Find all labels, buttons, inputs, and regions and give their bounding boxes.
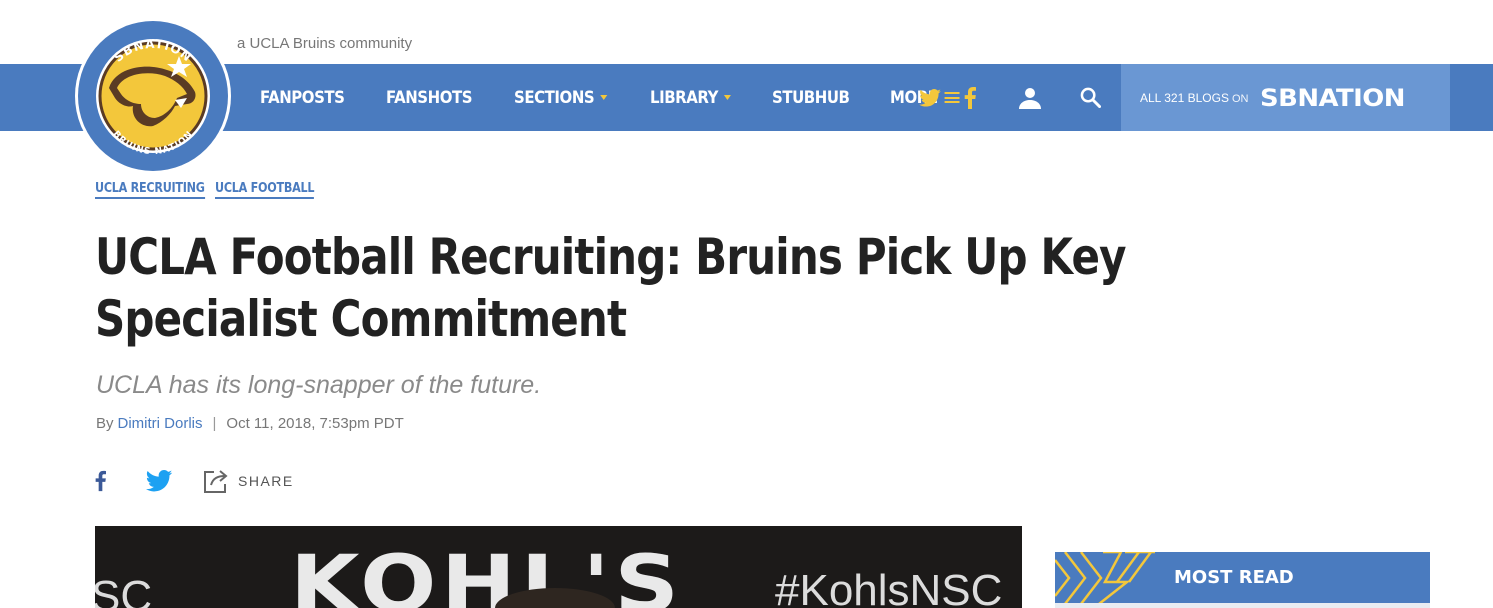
search-icon[interactable] <box>1077 78 1103 118</box>
nav-fanshots-label: FANSHOTS <box>386 87 473 108</box>
article-headline: UCLA Football Recruiting: Bruins Pick Up… <box>95 228 1127 348</box>
nav-icons <box>917 64 1103 131</box>
author-link[interactable]: Dimitri Dorlis <box>118 415 203 432</box>
article-dek: UCLA has its long-snapper of the future. <box>96 371 542 399</box>
category-ucla-recruiting[interactable]: UCLA RECRUITING <box>95 181 205 199</box>
most-read-header: MOST READ <box>1055 552 1430 604</box>
most-read-divider <box>1055 603 1430 608</box>
share-row: SHARE <box>95 468 294 494</box>
nav-sections[interactable]: SECTIONS <box>513 87 608 108</box>
nav-stubhub[interactable]: STUBHUB <box>772 88 850 108</box>
hero-hashtag: #KohlsNSC <box>775 566 1003 608</box>
nav-sections-label: SECTIONS <box>513 87 595 108</box>
article-byline: By Dimitri Dorlis | Oct 11, 2018, 7:53pm… <box>96 415 404 432</box>
hero-image: SC KOHL'S #KohlsNSC <box>95 526 1022 608</box>
share-icon <box>204 470 228 493</box>
nav-library-label: LIBRARY <box>650 87 719 108</box>
sbnation-logo: SBNATION <box>1260 83 1406 112</box>
chevron-down-icon <box>724 95 732 100</box>
hero-sign-text: KOHL'S <box>290 540 684 608</box>
share-button[interactable]: SHARE <box>202 468 294 494</box>
share-label: SHARE <box>238 473 294 489</box>
sbnation-all-blogs-button[interactable]: ALL 321 BLOGS ON SBNATION <box>1121 64 1450 131</box>
all-blogs-count: ALL 321 BLOGS <box>1140 90 1229 105</box>
article-timestamp: Oct 11, 2018, 7:53pm PDT <box>226 415 404 432</box>
most-read-graphic <box>1055 552 1155 604</box>
bruins-nation-logo[interactable]: SBNATION BRUINS NATION <box>75 18 231 174</box>
nav-fanposts[interactable]: FANPOSTS <box>260 88 345 108</box>
nav-links: FANPOSTS FANSHOTS SECTIONS LIBRARY STUBH… <box>260 64 1000 131</box>
twitter-icon[interactable] <box>917 78 943 118</box>
nav-fanposts-label: FANPOSTS <box>260 87 345 108</box>
user-icon[interactable] <box>1017 78 1043 118</box>
nav-library[interactable]: LIBRARY <box>650 87 732 108</box>
byline-by: By <box>96 415 114 432</box>
hero-left-text: SC <box>95 572 153 608</box>
all-blogs-label: ALL 321 BLOGS ON <box>1140 91 1248 105</box>
breadcrumb: UCLA RECRUITING UCLA FOOTBALL <box>95 181 336 199</box>
nav-stubhub-label: STUBHUB <box>772 87 850 108</box>
category-ucla-football[interactable]: UCLA FOOTBALL <box>214 181 314 199</box>
byline-separator: | <box>212 415 217 432</box>
facebook-icon[interactable] <box>957 78 983 118</box>
site-tagline: a UCLA Bruins community <box>237 35 413 52</box>
twitter-share-icon[interactable] <box>145 469 175 493</box>
nav-fanshots[interactable]: FANSHOTS <box>386 87 473 108</box>
facebook-share-icon[interactable] <box>95 469 109 493</box>
chevron-down-icon <box>600 95 608 100</box>
most-read-title: MOST READ <box>1174 567 1294 588</box>
all-blogs-on: ON <box>1231 92 1249 105</box>
